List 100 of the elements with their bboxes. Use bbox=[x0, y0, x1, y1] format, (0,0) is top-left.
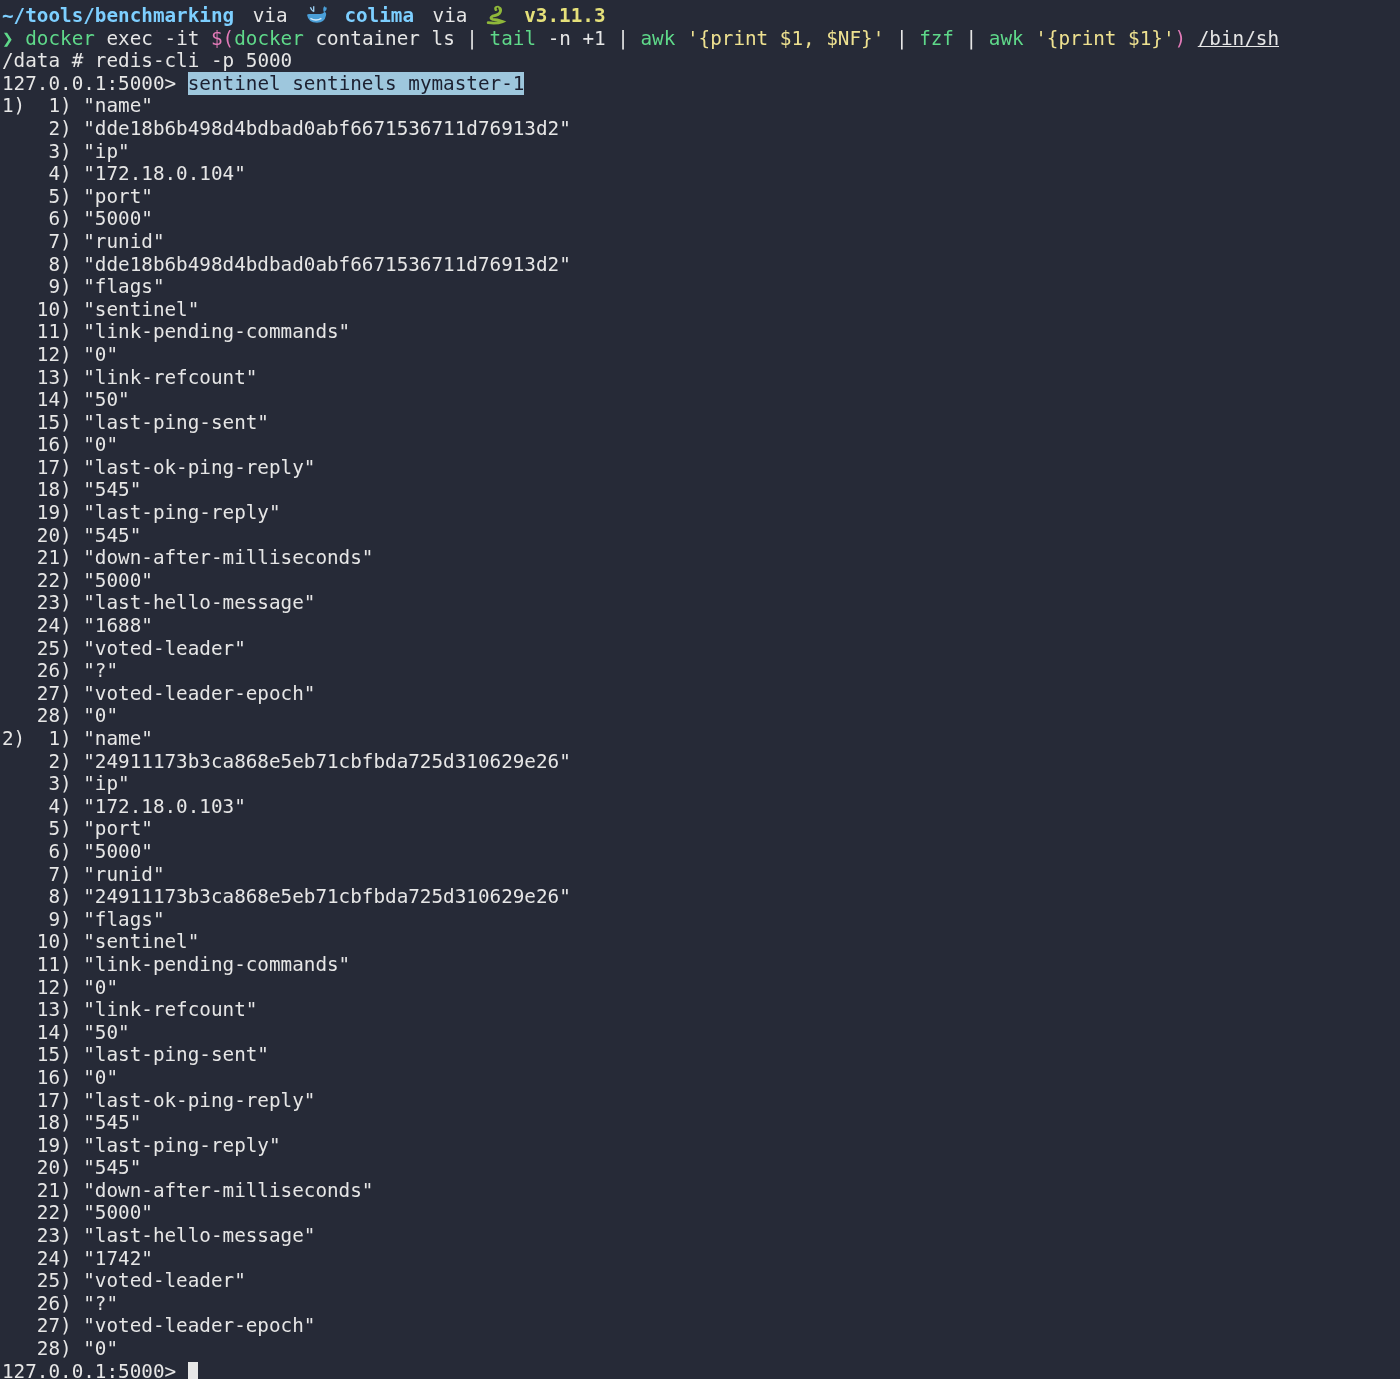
reply-value: "0" bbox=[83, 1337, 119, 1361]
via-label: via bbox=[432, 4, 468, 27]
reply-value: "172.18.0.104" bbox=[83, 162, 246, 186]
reply-value: "last-ping-reply" bbox=[83, 1133, 281, 1157]
item-index: 8) bbox=[47, 253, 72, 277]
subshell-delimiter: ) bbox=[1174, 26, 1187, 50]
reply-value: "5000" bbox=[83, 1201, 153, 1225]
reply-value: "?" bbox=[83, 659, 119, 683]
command-name: fzf bbox=[919, 26, 954, 50]
reply-value: "last-ok-ping-reply" bbox=[83, 1088, 316, 1112]
command-name: docker bbox=[25, 26, 95, 50]
reply-value: "50" bbox=[83, 1020, 130, 1044]
result-index: 2) bbox=[2, 728, 27, 751]
item-index: 15) bbox=[36, 1044, 72, 1067]
item-index: 19) bbox=[36, 1134, 72, 1158]
item-index: 20) bbox=[36, 1157, 72, 1180]
item-index: 20) bbox=[36, 524, 72, 548]
reply-value: "545" bbox=[83, 1156, 142, 1180]
item-index: 3) bbox=[47, 773, 72, 796]
command-argument: container ls | bbox=[315, 26, 478, 50]
reply-value: "link-refcount" bbox=[83, 365, 258, 389]
via-label: via bbox=[252, 4, 288, 27]
item-index: 11) bbox=[36, 953, 72, 977]
item-index: 27) bbox=[36, 1315, 72, 1339]
working-directory: ~/tools/benchmarking bbox=[2, 4, 235, 27]
item-index: 4) bbox=[47, 163, 72, 186]
item-index: 10) bbox=[36, 298, 72, 322]
command-argument: | bbox=[965, 26, 978, 50]
redis-prompt: 127.0.0.1:5000> bbox=[2, 71, 177, 95]
reply-value: "1688" bbox=[83, 614, 153, 638]
reply-value: "545" bbox=[83, 478, 142, 502]
command-argument: | bbox=[895, 26, 908, 50]
prompt-symbol: ❯ bbox=[2, 26, 14, 50]
reply-value: "last-ok-ping-reply" bbox=[83, 455, 316, 479]
reply-value: "0" bbox=[83, 342, 119, 366]
reply-value: "port" bbox=[83, 184, 153, 208]
item-index: 28) bbox=[36, 705, 72, 728]
redis-prompt: 127.0.0.1:5000> bbox=[2, 1359, 177, 1379]
item-index: 24) bbox=[36, 615, 72, 638]
reply-value: "24911173b3ca868e5eb71cbfbda725d310629e26" bbox=[83, 885, 571, 909]
result-index: 1) bbox=[2, 95, 27, 118]
item-index: 5) bbox=[47, 818, 72, 841]
text-cursor bbox=[187, 1361, 199, 1379]
redis-command: sentinel sentinels mymaster-1 bbox=[187, 71, 525, 95]
reply-value: "?" bbox=[83, 1291, 119, 1315]
item-index: 23) bbox=[36, 1225, 72, 1248]
item-index: 16) bbox=[36, 434, 72, 457]
item-index: 21) bbox=[36, 1179, 72, 1203]
reply-value: "172.18.0.103" bbox=[83, 794, 246, 818]
item-index: 24) bbox=[36, 1247, 72, 1271]
item-index: 6) bbox=[47, 840, 72, 864]
reply-value: "voted-leader-epoch" bbox=[83, 1314, 316, 1338]
reply-value: "last-ping-reply" bbox=[83, 501, 281, 525]
item-index: 18) bbox=[36, 1112, 72, 1135]
reply-value: "down-after-milliseconds" bbox=[83, 546, 374, 570]
docker-context: colima bbox=[344, 4, 415, 27]
reply-value: "5000" bbox=[83, 839, 153, 863]
reply-value: "name" bbox=[83, 727, 153, 750]
item-index: 3) bbox=[47, 140, 72, 164]
item-index: 17) bbox=[36, 1089, 72, 1113]
item-index: 12) bbox=[36, 976, 72, 1000]
reply-value: "0" bbox=[83, 433, 119, 457]
reply-value: "last-ping-sent" bbox=[83, 1043, 269, 1067]
path-argument: /bin/sh bbox=[1197, 26, 1279, 50]
reply-value: "0" bbox=[83, 704, 119, 728]
reply-value: "last-ping-sent" bbox=[83, 410, 269, 434]
reply-value: "link-refcount" bbox=[83, 998, 258, 1022]
reply-value: "name" bbox=[83, 94, 153, 118]
reply-value: "link-pending-commands" bbox=[83, 952, 351, 976]
shell-command: /data # redis-cli -p 5000 bbox=[2, 49, 293, 73]
reply-value: "0" bbox=[83, 975, 119, 999]
reply-value: "5000" bbox=[83, 207, 153, 231]
python-version: v3.11.3 bbox=[524, 4, 606, 27]
reply-value: "ip" bbox=[83, 139, 130, 163]
item-index: 1) bbox=[47, 728, 72, 751]
item-index: 25) bbox=[36, 637, 72, 661]
item-index: 22) bbox=[36, 1202, 72, 1226]
reply-value: "port" bbox=[83, 817, 153, 841]
item-index: 22) bbox=[36, 569, 72, 593]
reply-value: "runid" bbox=[83, 862, 165, 886]
whale-icon bbox=[306, 5, 329, 25]
item-index: 17) bbox=[36, 456, 72, 480]
item-index: 9) bbox=[47, 908, 72, 932]
reply-value: "flags" bbox=[83, 907, 165, 931]
item-index: 2) bbox=[47, 117, 72, 141]
command-name: awk bbox=[988, 26, 1024, 50]
item-index: 10) bbox=[36, 931, 72, 954]
reply-value: "545" bbox=[83, 1111, 142, 1135]
command-name: awk bbox=[640, 26, 676, 50]
reply-value: "dde18b6b498d4bdbad0abf6671536711d76913d2" bbox=[83, 116, 571, 140]
reply-value: "50" bbox=[83, 388, 130, 412]
item-index: 18) bbox=[36, 479, 72, 503]
command-name: tail bbox=[489, 26, 537, 50]
item-index: 4) bbox=[47, 795, 72, 819]
item-index: 1) bbox=[47, 95, 72, 118]
item-index: 8) bbox=[47, 886, 72, 909]
reply-value: "0" bbox=[83, 1065, 119, 1089]
reply-value: "dde18b6b498d4bdbad0abf6671536711d76913d2" bbox=[83, 252, 571, 276]
reply-value: "5000" bbox=[83, 568, 153, 592]
command-name: docker bbox=[234, 26, 304, 50]
